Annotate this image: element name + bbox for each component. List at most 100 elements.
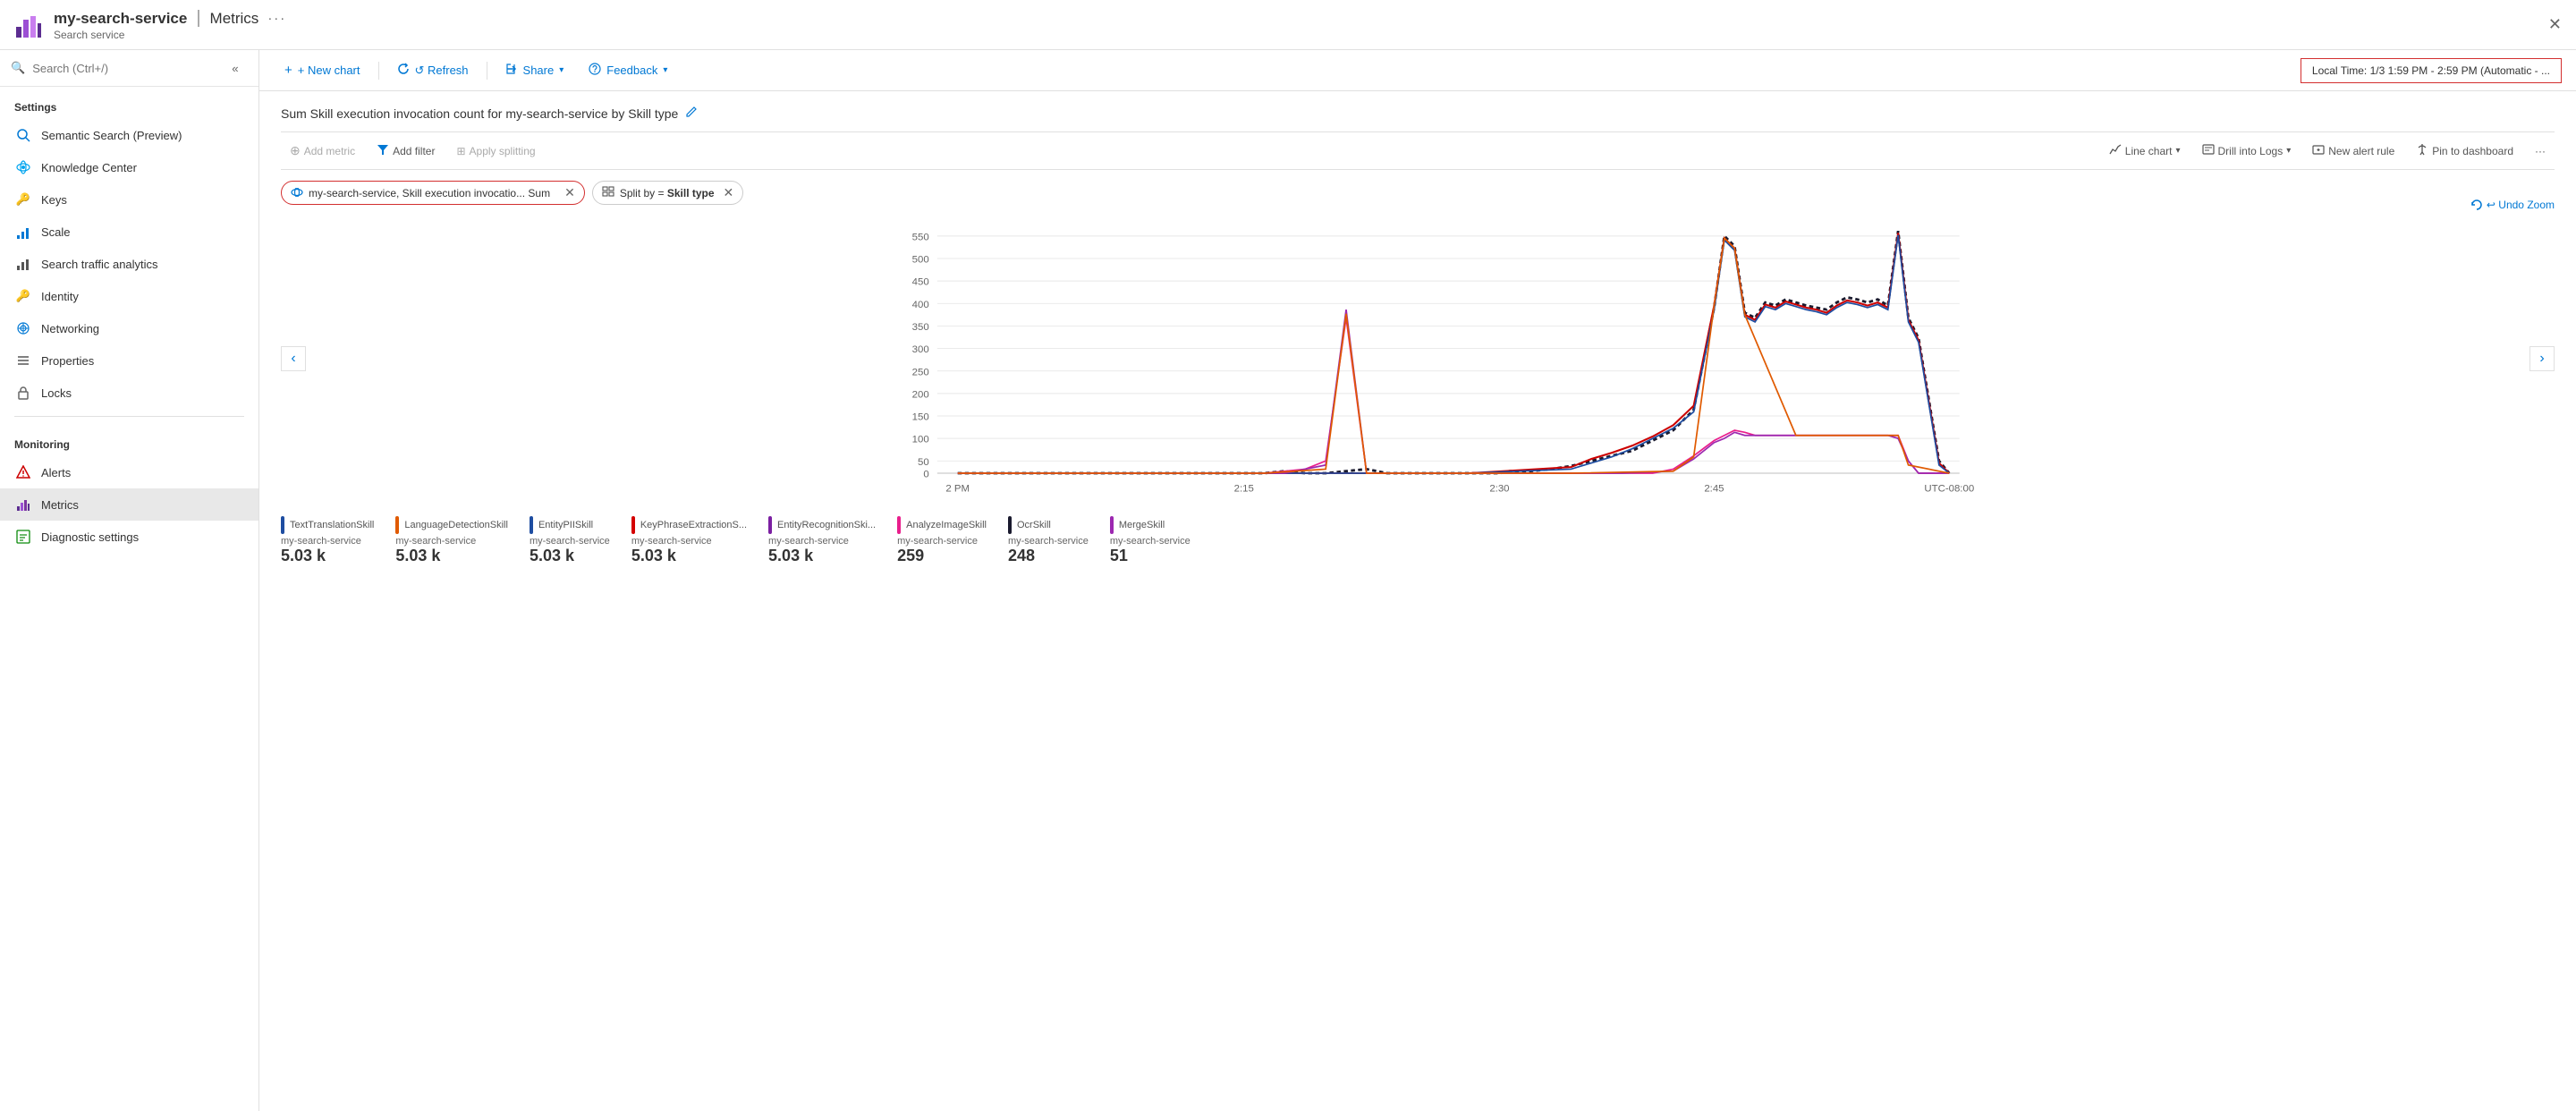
content-area: + + New chart ↺ Refresh Share ▾: [259, 50, 2576, 1111]
service-subtitle: Search service: [54, 29, 286, 41]
sidebar-item-properties-label: Properties: [41, 354, 94, 368]
time-range-button[interactable]: Local Time: 1/3 1:59 PM - 2:59 PM (Autom…: [2301, 58, 2562, 83]
scale-icon: [14, 223, 32, 241]
svg-text:200: 200: [912, 389, 929, 400]
drill-logs-icon: [2202, 143, 2215, 158]
legend-value-analyze-image: 259: [897, 547, 924, 565]
semantic-search-icon: [14, 126, 32, 144]
top-header: my-search-service | Metrics ··· Search s…: [0, 0, 2576, 50]
chart-toolbar: ⊕ Add metric Add filter ⊞ Apply splittin…: [281, 131, 2555, 170]
properties-icon: [14, 352, 32, 369]
legend-item-entity-recognition: EntityRecognitionSki... my-search-servic…: [768, 516, 876, 565]
line-chart-button[interactable]: Line chart ▾: [2100, 140, 2190, 162]
sidebar-item-alerts[interactable]: Alerts: [0, 456, 258, 488]
monitoring-section-label: Monitoring: [0, 424, 258, 456]
legend-item-merge-skill: MergeSkill my-search-service 51: [1110, 516, 1191, 565]
legend-service-language-detection: my-search-service: [395, 536, 476, 547]
chart-svg-wrapper: 550 500 450 400 350 300 250 200 150 100 …: [281, 216, 2555, 502]
metric-pill[interactable]: my-search-service, Skill execution invoc…: [281, 181, 585, 205]
sidebar-item-scale[interactable]: Scale: [0, 216, 258, 248]
legend-label-entity-recognition: EntityRecognitionSki...: [777, 520, 876, 530]
drill-logs-button[interactable]: Drill into Logs ▾: [2193, 140, 2301, 162]
alerts-icon: [14, 463, 32, 481]
sidebar-item-search-traffic[interactable]: Search traffic analytics: [0, 248, 258, 280]
legend-service-entity-pii: my-search-service: [530, 536, 610, 547]
chart-legend: TextTranslationSkill my-search-service 5…: [281, 509, 2555, 572]
add-filter-button[interactable]: Add filter: [368, 140, 444, 162]
sidebar-item-keys[interactable]: 🔑 Keys: [0, 183, 258, 216]
pin-dashboard-icon: [2416, 143, 2428, 158]
add-metric-icon: ⊕: [290, 143, 301, 158]
sidebar-item-properties[interactable]: Properties: [0, 344, 258, 377]
split-pill-close[interactable]: ✕: [724, 185, 734, 200]
sidebar-item-locks[interactable]: Locks: [0, 377, 258, 409]
identity-icon: 🔑: [14, 287, 32, 305]
split-pill-icon: [602, 186, 614, 199]
legend-color-entity-pii: [530, 516, 533, 534]
sidebar-item-alerts-label: Alerts: [41, 466, 71, 479]
legend-color-key-phrase: [631, 516, 635, 534]
sidebar-item-metrics[interactable]: Metrics: [0, 488, 258, 521]
legend-label-language-detection: LanguageDetectionSkill: [404, 520, 508, 530]
split-pill[interactable]: Split by = Skill type ✕: [592, 181, 743, 205]
sidebar-item-identity[interactable]: 🔑 Identity: [0, 280, 258, 312]
sidebar-collapse-button[interactable]: «: [223, 55, 248, 81]
chart-container: Sum Skill execution invocation count for…: [259, 91, 2576, 1111]
metric-pill-icon: [291, 186, 303, 199]
metric-pill-close[interactable]: ✕: [564, 185, 575, 200]
refresh-button[interactable]: ↺ Refresh: [386, 57, 479, 83]
apply-splitting-icon: ⊞: [456, 145, 465, 157]
legend-color-ocr-skill: [1008, 516, 1012, 534]
metrics-icon: [14, 496, 32, 513]
feedback-button[interactable]: Feedback ▾: [578, 57, 678, 83]
undo-zoom-label: ↩ Undo Zoom: [2487, 199, 2555, 211]
legend-value-entity-pii: 5.03 k: [530, 547, 574, 565]
share-button[interactable]: Share ▾: [495, 57, 575, 83]
sidebar-item-knowledge-center[interactable]: Knowledge Center: [0, 151, 258, 183]
chart-title-edit-icon[interactable]: [685, 106, 698, 121]
more-options-button[interactable]: ···: [2526, 141, 2555, 161]
sidebar-item-semantic-search[interactable]: Semantic Search (Preview): [0, 119, 258, 151]
svg-text:2:30: 2:30: [1489, 484, 1509, 495]
sidebar-search-input[interactable]: [32, 62, 223, 75]
legend-service-analyze-image: my-search-service: [897, 536, 978, 547]
time-range-label: Local Time: 1/3 1:59 PM - 2:59 PM (Autom…: [2312, 64, 2550, 77]
chart-toolbar-right: Line chart ▾ Drill into Logs ▾: [2100, 140, 2555, 162]
title-separator: |: [196, 8, 200, 29]
ellipsis-menu[interactable]: ···: [267, 11, 286, 26]
apply-splitting-button[interactable]: ⊞ Apply splitting: [447, 141, 544, 161]
header-title-block: my-search-service | Metrics ··· Search s…: [54, 8, 286, 41]
add-metric-button[interactable]: ⊕ Add metric: [281, 140, 364, 162]
sidebar: 🔍 « Settings Semantic Search (Preview): [0, 50, 259, 1111]
sidebar-item-diagnostic[interactable]: Diagnostic settings: [0, 521, 258, 553]
new-chart-button[interactable]: + + New chart: [274, 57, 371, 83]
chart-nav-left[interactable]: ‹: [281, 346, 306, 371]
close-button[interactable]: ✕: [2548, 15, 2562, 34]
sidebar-item-identity-label: Identity: [41, 290, 79, 303]
drill-logs-label: Drill into Logs: [2218, 145, 2284, 157]
sidebar-item-semantic-search-label: Semantic Search (Preview): [41, 129, 182, 142]
legend-item-analyze-image: AnalyzeImageSkill my-search-service 259: [897, 516, 987, 565]
apply-splitting-label: Apply splitting: [470, 145, 536, 157]
legend-value-language-detection: 5.03 k: [395, 547, 440, 565]
legend-item-entity-pii: EntityPIISkill my-search-service 5.03 k: [530, 516, 610, 565]
feedback-icon: [589, 63, 601, 78]
undo-zoom-button[interactable]: ↩ Undo Zoom: [2470, 199, 2555, 211]
feedback-label: Feedback: [606, 64, 657, 77]
sidebar-item-scale-label: Scale: [41, 225, 71, 239]
add-filter-label: Add filter: [393, 145, 435, 157]
sidebar-item-search-traffic-label: Search traffic analytics: [41, 258, 158, 271]
svg-text:450: 450: [912, 277, 929, 288]
sidebar-item-networking[interactable]: Networking: [0, 312, 258, 344]
chart-nav-right[interactable]: ›: [2529, 346, 2555, 371]
legend-color-language-detection: [395, 516, 399, 534]
pin-dashboard-label: Pin to dashboard: [2432, 145, 2513, 157]
new-alert-rule-button[interactable]: New alert rule: [2303, 140, 2403, 162]
pin-dashboard-button[interactable]: Pin to dashboard: [2407, 140, 2522, 162]
metric-pill-label: my-search-service, Skill execution invoc…: [309, 187, 550, 199]
legend-label-text-translation: TextTranslationSkill: [290, 520, 374, 530]
svg-text:0: 0: [923, 470, 928, 480]
sidebar-item-diagnostic-label: Diagnostic settings: [41, 530, 139, 544]
svg-text:400: 400: [912, 300, 929, 310]
locks-icon: [14, 384, 32, 402]
